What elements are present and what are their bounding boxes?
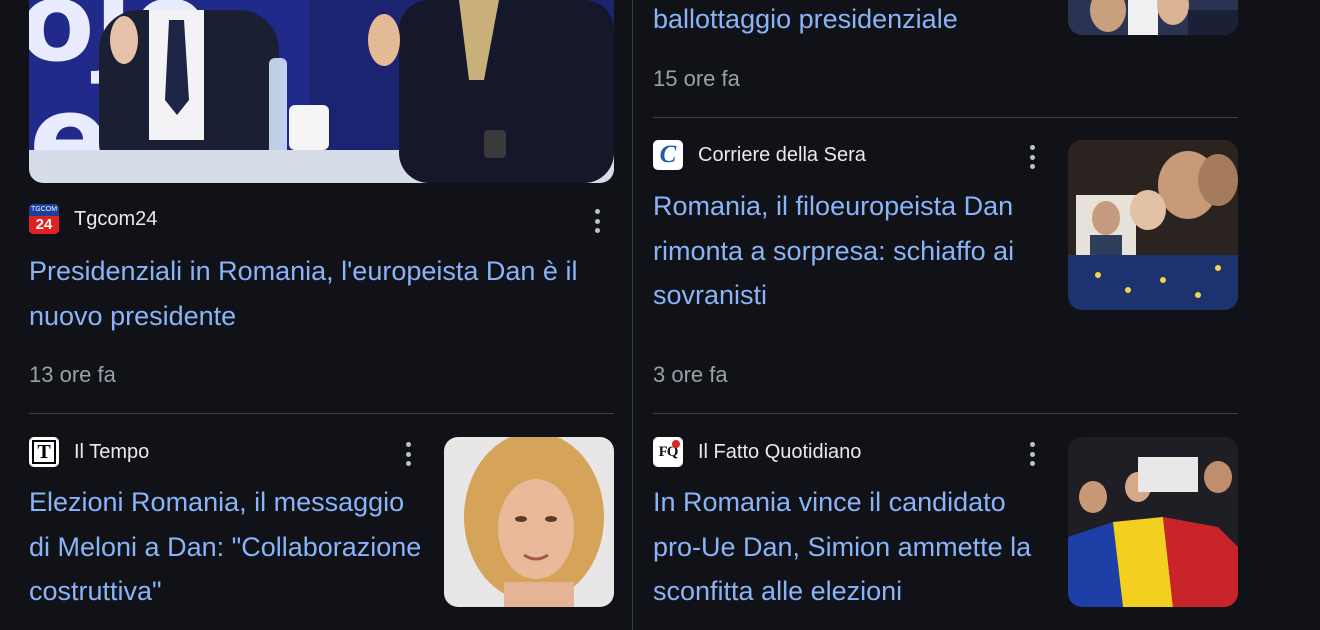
article-title[interactable]: Presidenziali in Romania, l'europeista D… xyxy=(29,249,619,338)
article-time: 15 ore fa xyxy=(653,66,740,91)
il-tempo-logo-icon: T xyxy=(29,437,59,467)
article-thumbnail-debate[interactable]: ojo e xyxy=(29,0,614,183)
article-link[interactable]: In Romania vince il candidato pro-Ue Dan… xyxy=(653,487,1031,606)
more-options-icon[interactable] xyxy=(1026,143,1038,171)
article-time: 13 ore fa xyxy=(29,362,116,387)
article-link[interactable]: Presidenziali in Romania, l'europeista D… xyxy=(29,256,577,331)
article-thumbnail-flag[interactable] xyxy=(1068,437,1238,607)
article-thumbnail-supporters[interactable] xyxy=(1068,140,1238,310)
article-title[interactable]: Romania, il filoeuropeista Dan rimonta a… xyxy=(653,184,1053,318)
article-title[interactable]: ballottaggio presidenziale xyxy=(653,0,1053,42)
source-name: Il Tempo xyxy=(74,440,150,463)
row-divider xyxy=(29,413,614,414)
corriere-logo-icon: C xyxy=(653,140,683,170)
more-options-icon[interactable] xyxy=(1026,440,1038,468)
article-source: C Corriere della Sera xyxy=(653,140,866,170)
more-options-icon[interactable] xyxy=(591,207,603,235)
row-divider xyxy=(653,117,1238,118)
row-divider xyxy=(653,413,1238,414)
article-title[interactable]: In Romania vince il candidato pro-Ue Dan… xyxy=(653,480,1053,614)
article-source: T Il Tempo xyxy=(29,437,149,467)
tgcom24-logo-icon: TGCOM 24 xyxy=(29,204,59,234)
more-options-icon[interactable] xyxy=(402,440,414,468)
article-thumbnail-portrait[interactable] xyxy=(444,437,614,607)
column-divider xyxy=(632,0,633,630)
source-name: Tgcom24 xyxy=(74,207,158,230)
il-fatto-logo-icon: FQ xyxy=(653,437,683,467)
article-thumbnail-crowd[interactable] xyxy=(1068,0,1238,35)
article-time: 3 ore fa xyxy=(653,362,728,387)
source-name: Corriere della Sera xyxy=(698,143,866,166)
article-title[interactable]: Elezioni Romania, il messaggio di Meloni… xyxy=(29,480,429,614)
article-source: FQ Il Fatto Quotidiano xyxy=(653,437,861,467)
article-link[interactable]: ballottaggio presidenziale xyxy=(653,4,958,34)
article-link[interactable]: Elezioni Romania, il messaggio di Meloni… xyxy=(29,487,421,606)
article-source: TGCOM 24 Tgcom24 xyxy=(29,204,157,234)
source-name: Il Fatto Quotidiano xyxy=(698,440,862,463)
article-link[interactable]: Romania, il filoeuropeista Dan rimonta a… xyxy=(653,191,1014,310)
